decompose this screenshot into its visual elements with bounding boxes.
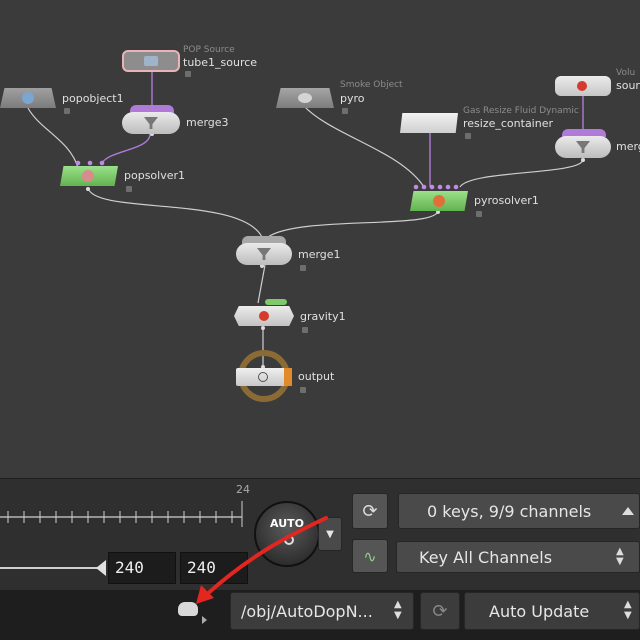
node-name-label: popsolver1 — [124, 169, 186, 182]
update-mode-select[interactable]: Auto Update — [464, 592, 640, 630]
pop-source-icon — [144, 56, 158, 66]
network-path-field[interactable]: /obj/AutoDopN... — [230, 592, 414, 630]
range-slider-track[interactable] — [0, 567, 104, 569]
playbar-panel: 24 240 240 AUTO ▼ ⟳ ∿ 0 keys, 9/9 channe… — [0, 478, 640, 591]
path-updown-icon: ▲ ▼ — [394, 599, 402, 621]
node-type-label: POP Source — [183, 45, 235, 55]
status-bar: /obj/AutoDopN... ▲ ▼ ⟳ Auto Update ▲ ▼ — [0, 590, 640, 640]
lock-icon — [300, 265, 306, 271]
auto-key-menu-button[interactable]: ▼ — [318, 517, 342, 551]
merge-icon — [257, 248, 271, 260]
node-name-label: resize_container — [463, 117, 553, 130]
node-gravity1[interactable] — [234, 306, 294, 326]
lock-icon — [342, 108, 348, 114]
node-name-label: pyrosolver1 — [474, 194, 539, 207]
timeline-ruler[interactable] — [0, 499, 250, 529]
node-name-label: merge1 — [298, 248, 341, 261]
node-pyro[interactable] — [276, 88, 334, 108]
refresh-icon: ⟳ — [432, 600, 448, 622]
merge-icon — [144, 117, 158, 129]
lock-icon — [302, 327, 308, 333]
node-gravity1-flag — [265, 299, 287, 305]
node-merge-right[interactable] — [555, 136, 611, 158]
pop-object-icon — [22, 92, 34, 104]
node-type-label: Gas Resize Fluid Dynamic — [463, 106, 579, 116]
node-name-label: merge3 — [186, 116, 229, 129]
keys-status-up-icon — [622, 507, 634, 515]
node-popsolver1[interactable] — [60, 166, 118, 186]
node-name-label: gravity1 — [300, 310, 346, 323]
gravity-icon — [259, 311, 269, 321]
refresh-channels-icon: ⟳ — [362, 500, 378, 522]
node-name-label: pyro — [340, 92, 365, 105]
key-icon — [284, 535, 294, 545]
output-icon — [258, 372, 268, 382]
hand-menu-arrow-icon — [202, 616, 207, 624]
node-type-label: Smoke Object — [340, 80, 403, 90]
lock-icon — [300, 387, 306, 393]
timeline-ruler-label: 24 — [236, 483, 250, 496]
network-editor[interactable]: POP Source tube1_source popobject1 merge… — [0, 0, 640, 478]
scoped-channels-button[interactable]: ⟳ — [352, 493, 388, 529]
keys-status-display[interactable]: 0 keys, 9/9 channels — [398, 493, 640, 529]
node-resize-container[interactable] — [400, 113, 458, 133]
update-refresh-button[interactable]: ⟳ — [420, 592, 460, 630]
node-popobject1[interactable] — [0, 88, 56, 108]
range-start-field[interactable]: 240 — [108, 552, 176, 584]
key-all-channels-select[interactable]: Key All Channels — [396, 541, 640, 573]
hand-icon[interactable] — [176, 598, 202, 620]
node-merge1[interactable] — [236, 243, 292, 265]
key-all-channels-text: Key All Channels — [419, 547, 553, 567]
node-name-label: output — [298, 370, 335, 383]
update-mode-updown-icon: ▲ ▼ — [624, 599, 632, 621]
node-name-label: sourc — [616, 79, 640, 92]
node-source-volume[interactable] — [555, 76, 611, 96]
node-wires — [27, 72, 585, 370]
node-pyrosolver1[interactable] — [410, 191, 468, 211]
network-path-text: /obj/AutoDopN... — [241, 601, 373, 621]
curve-icon: ∿ — [363, 546, 377, 566]
smoke-object-icon — [298, 93, 312, 103]
updown-arrows-icon: ▲ ▼ — [616, 546, 624, 567]
auto-key-dial[interactable]: AUTO — [254, 501, 320, 567]
node-type-label: Volu — [616, 68, 636, 78]
volume-source-icon — [577, 81, 587, 91]
node-tube1-source[interactable] — [122, 50, 180, 72]
keys-status-text: 0 keys, 9/9 channels — [427, 501, 592, 521]
lock-icon — [64, 108, 70, 114]
node-name-label: popobject1 — [62, 92, 124, 105]
output-flag — [284, 368, 292, 386]
auto-key-label: AUTO — [270, 517, 304, 530]
lock-icon — [126, 186, 132, 192]
node-name-label: merg — [616, 140, 640, 153]
range-end-field[interactable]: 240 — [180, 552, 248, 584]
channel-editor-button[interactable]: ∿ — [352, 539, 388, 573]
update-mode-text: Auto Update — [489, 601, 590, 621]
node-merge3[interactable] — [122, 112, 180, 134]
lock-icon — [185, 71, 191, 77]
pyro-solver-icon — [433, 195, 445, 207]
lock-icon — [465, 133, 471, 139]
node-output[interactable] — [236, 368, 292, 386]
solver-icon — [82, 170, 94, 182]
merge-icon — [576, 141, 590, 153]
lock-icon — [476, 211, 482, 217]
node-name-label: tube1_source — [183, 56, 258, 69]
range-slider-handle[interactable] — [96, 560, 106, 576]
